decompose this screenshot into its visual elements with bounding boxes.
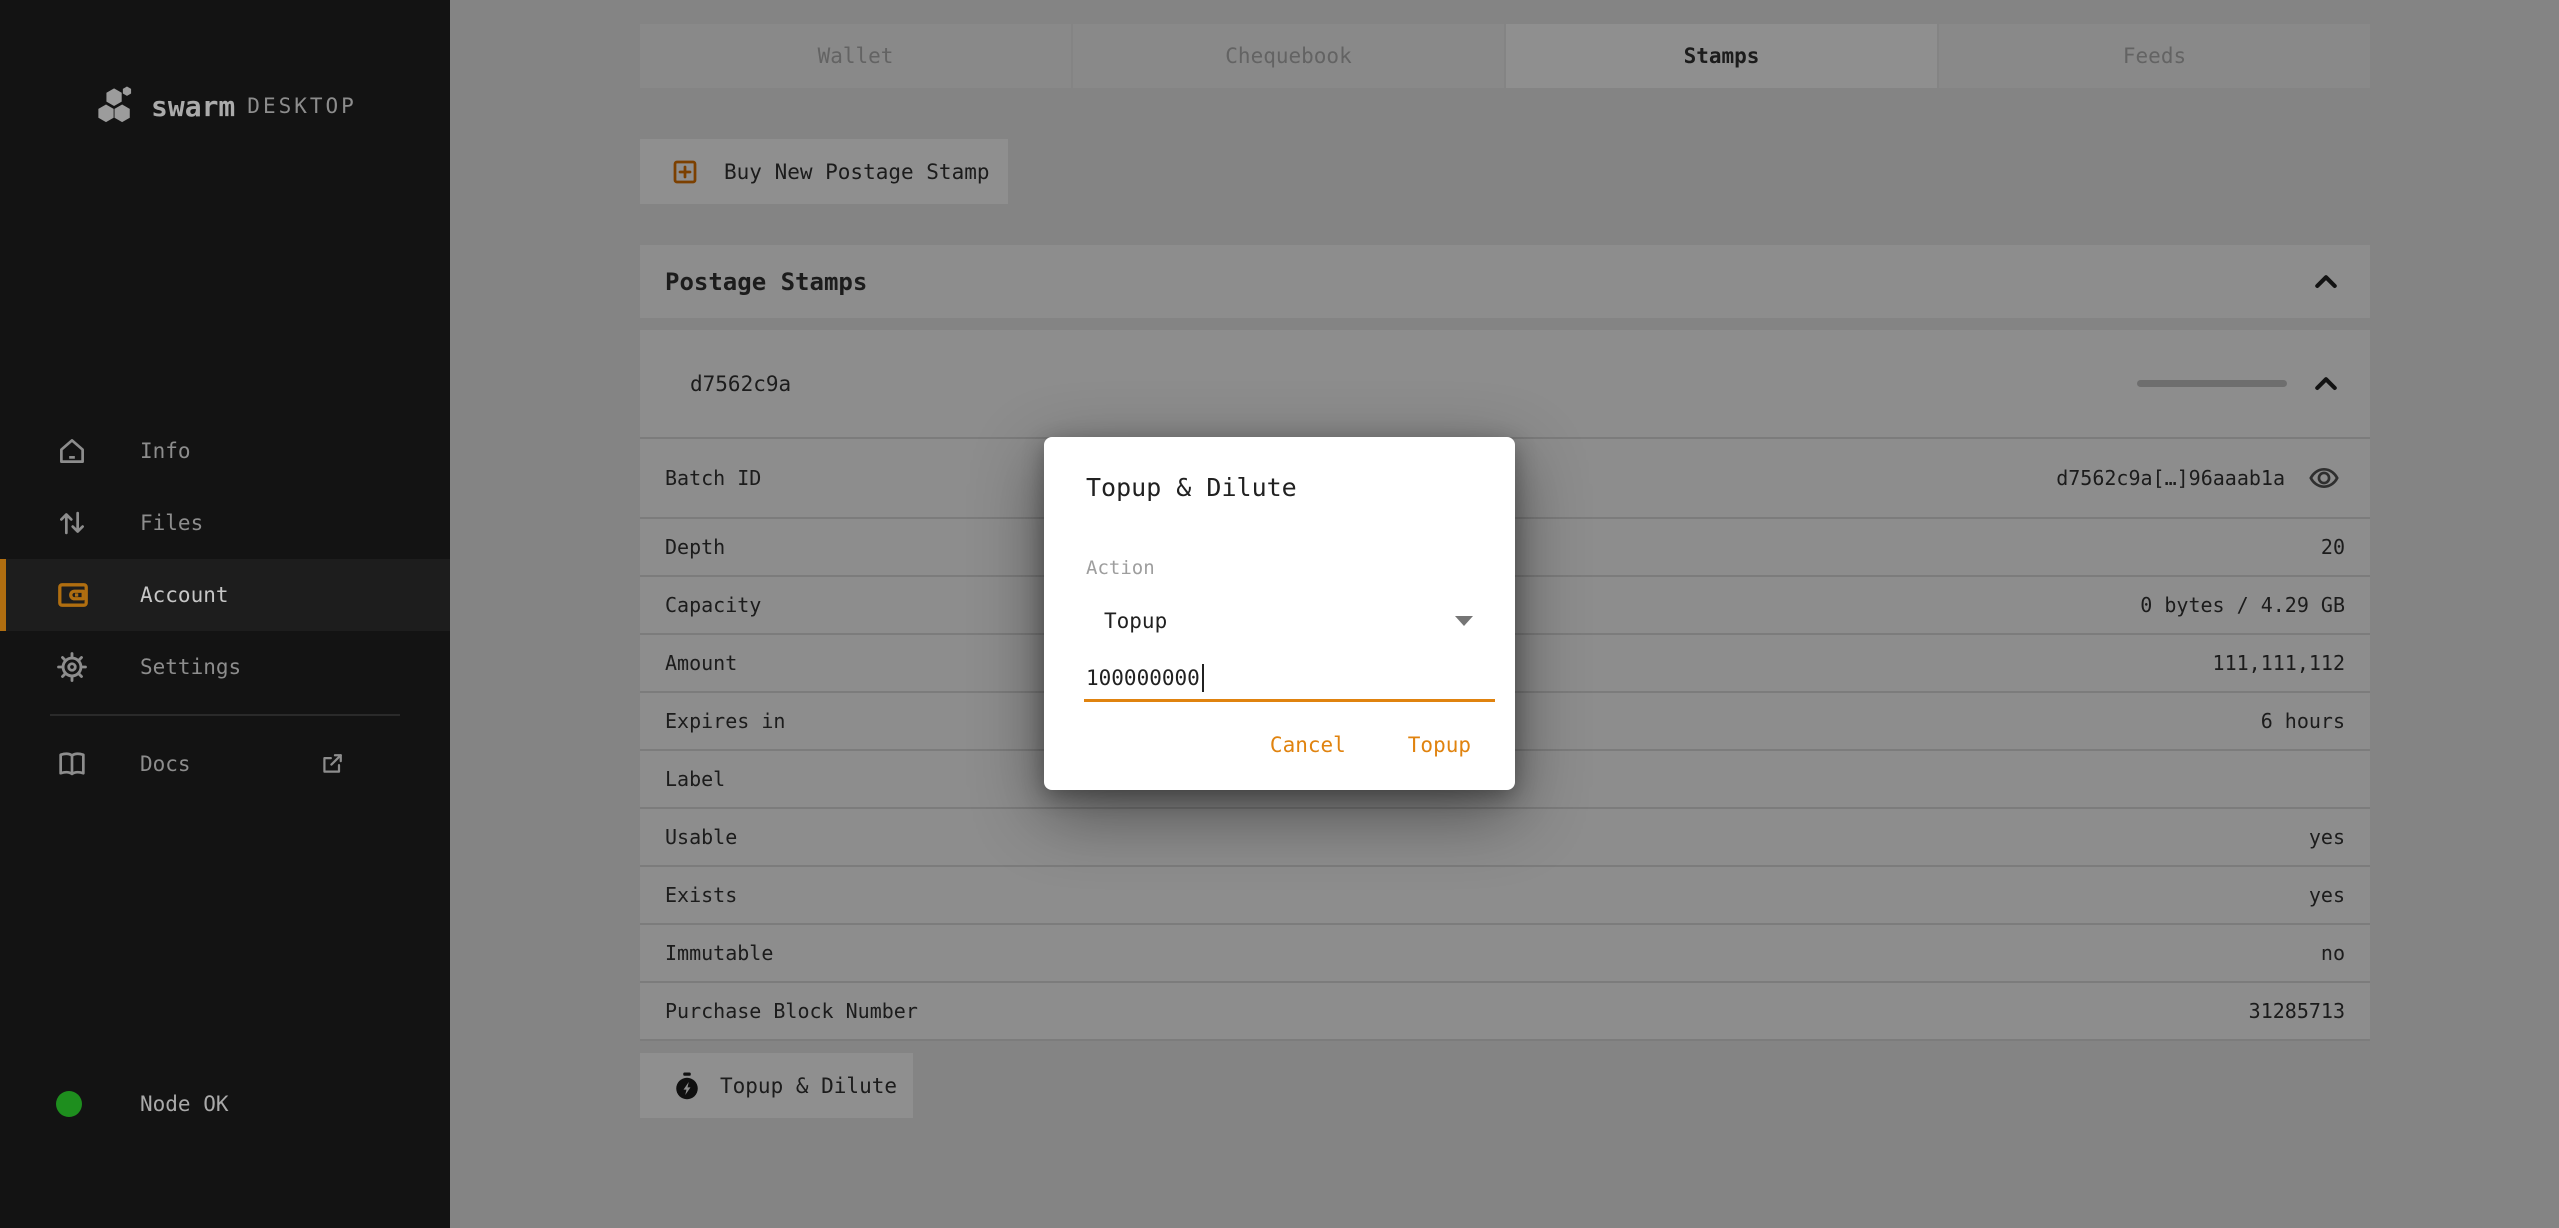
sidebar-item-account[interactable]: Account (0, 559, 450, 631)
wallet-icon (55, 577, 91, 613)
sidebar-item-label: Files (0, 511, 203, 535)
action-select-label: Action (1086, 557, 1155, 579)
action-select[interactable]: Topup (1086, 595, 1473, 647)
home-icon (55, 434, 89, 468)
status-label: Node OK (0, 1092, 229, 1116)
sidebar-item-docs[interactable]: Docs (0, 728, 450, 800)
sidebar: swarm DESKTOP Info Files (0, 0, 450, 1228)
action-select-value: Topup (1104, 609, 1167, 633)
swarm-hexagons-icon (95, 86, 139, 126)
confirm-topup-button[interactable]: Topup (1402, 732, 1477, 758)
amount-input[interactable]: 100000000 (1084, 657, 1495, 702)
app-window: swarm DESKTOP Info Files (0, 0, 2559, 1228)
sidebar-item-settings[interactable]: Settings (0, 631, 450, 703)
logo-suffix-text: DESKTOP (247, 94, 357, 118)
amount-input-value: 100000000 (1086, 666, 1200, 690)
dialog-title: Topup & Dilute (1086, 473, 1297, 502)
topup-dilute-dialog: Topup & Dilute Action Topup 100000000 Ca… (1044, 437, 1515, 790)
swarm-logo: swarm DESKTOP (95, 86, 357, 126)
external-link-icon (318, 750, 346, 778)
dropdown-arrow-icon (1455, 616, 1473, 626)
transfer-arrows-icon (55, 506, 89, 540)
sidebar-item-info[interactable]: Info (0, 415, 450, 487)
sidebar-item-label: Info (0, 439, 191, 463)
sidebar-item-label: Docs (0, 752, 191, 776)
cancel-button[interactable]: Cancel (1264, 732, 1352, 758)
gear-icon (55, 650, 89, 684)
logo-brand-text: swarm (151, 90, 235, 123)
dialog-actions: Cancel Topup (1264, 732, 1477, 758)
sidebar-item-label: Account (0, 583, 229, 607)
sidebar-item-label: Settings (0, 655, 241, 679)
sidebar-nav: Info Files Account (0, 415, 450, 703)
sidebar-item-files[interactable]: Files (0, 487, 450, 559)
book-icon (55, 747, 89, 781)
node-status: Node OK (0, 1068, 450, 1140)
text-caret (1202, 664, 1204, 692)
sidebar-divider (50, 714, 400, 716)
status-dot (56, 1091, 82, 1117)
